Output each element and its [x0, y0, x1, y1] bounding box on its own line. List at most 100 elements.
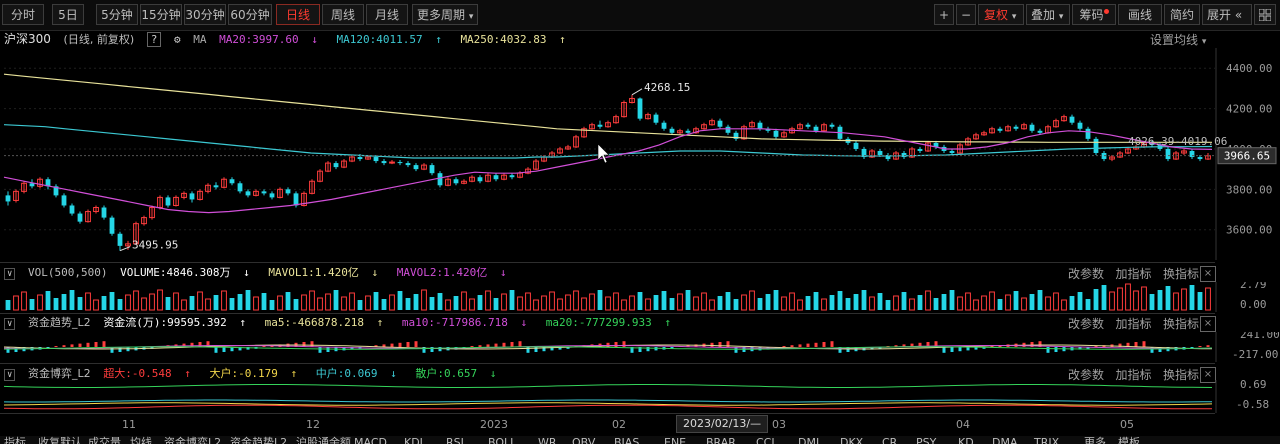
indicator-tab[interactable]: DMA: [992, 436, 1018, 444]
edit-params-button[interactable]: 改参数: [1068, 267, 1104, 281]
help-icon[interactable]: ?: [146, 32, 162, 47]
volume-bar: [485, 290, 491, 311]
indicator-tab[interactable]: ENE: [664, 436, 686, 444]
indicator-tab[interactable]: 沪股通余额: [296, 436, 351, 444]
indicator-tab[interactable]: 资金博弈L2: [164, 436, 221, 444]
volume-bar: [397, 291, 403, 310]
volume-bar: [229, 298, 235, 310]
volume-bar: [637, 292, 643, 310]
period-60min-button[interactable]: 60分钟: [228, 4, 272, 25]
indicator-tab[interactable]: MACD: [354, 436, 387, 444]
grid-icon[interactable]: [1254, 4, 1276, 25]
indicator-tab[interactable]: TRIX: [1034, 436, 1059, 444]
overlay-button[interactable]: 叠加 ▾: [1026, 4, 1070, 25]
volume-bar: [269, 300, 275, 310]
settings-gear-icon[interactable]: ⚙: [174, 33, 181, 46]
period-5min-button[interactable]: 5分钟: [96, 4, 138, 25]
add-indicator-button[interactable]: 加指标: [1115, 317, 1151, 331]
chips-button[interactable]: 筹码: [1072, 4, 1116, 25]
switch-indicator-button[interactable]: 换指标: [1163, 317, 1199, 331]
indicator-tab[interactable]: 成交量: [88, 436, 121, 444]
flow-bar: [1206, 345, 1210, 347]
vol-label: VOL(500,500): [28, 266, 108, 279]
flow-bar: [790, 345, 794, 347]
flow-info-bar: ∨ 资金趋势_L2 资金流(万):99595.392 ↑ ma5:-466878…: [0, 313, 1220, 333]
indicator-tab[interactable]: OBV: [572, 436, 595, 444]
ma-settings-button[interactable]: 设置均线 ▾: [1150, 31, 1206, 48]
volume-bar: [573, 290, 579, 311]
expand-button[interactable]: 展开 «: [1202, 4, 1252, 25]
candlestick-chart[interactable]: 4400.004200.004000.003800.003600.004268.…: [0, 48, 1280, 260]
flow-bar: [822, 342, 826, 347]
volume-bar: [533, 299, 539, 311]
simple-mode-button[interactable]: 简约: [1164, 4, 1200, 25]
volume-bar: [213, 295, 219, 310]
indicator-tab[interactable]: DMI: [798, 436, 819, 444]
indicator-tab[interactable]: 资金趋势L2: [230, 436, 287, 444]
volume-bar: [181, 299, 187, 311]
fund-flow-chart: 241.00 -217.00: [3, 332, 1280, 362]
volume-bar: [1181, 288, 1187, 311]
chevron-down-icon: ▾: [468, 12, 474, 22]
ma-label: MA: [193, 33, 207, 46]
indicator-tab[interactable]: DKX: [840, 436, 863, 444]
period-fenshi-button[interactable]: 分时: [2, 4, 44, 25]
ma250-value: MA250:4032.83 ↑: [460, 33, 566, 46]
switch-indicator-button[interactable]: 换指标: [1163, 267, 1199, 281]
flow-bar: [782, 346, 786, 347]
volume-bar: [1013, 291, 1019, 310]
indicator-tab[interactable]: CR: [882, 436, 897, 444]
flow-bar: [950, 347, 954, 352]
collapse-icon[interactable]: ∨: [4, 318, 16, 330]
indicator-tab[interactable]: 均线: [130, 436, 152, 444]
indicator-tab[interactable]: CCI: [756, 436, 775, 444]
indicator-tab[interactable]: 更多: [1084, 436, 1106, 444]
volume-bar: [725, 292, 731, 310]
indicator-tab[interactable]: 模板: [1118, 436, 1140, 444]
period-5day-button[interactable]: 5日: [52, 4, 84, 25]
collapse-icon[interactable]: ∨: [4, 268, 16, 280]
indicator-tab[interactable]: BOLL: [488, 436, 516, 444]
more-periods-button[interactable]: 更多周期 ▾: [412, 4, 478, 25]
toolbar: 分时 5日 5分钟 15分钟 30分钟 60分钟 日线 周线 月线 更多周期 ▾…: [0, 0, 1280, 31]
volume-bar: [933, 298, 939, 310]
volume-bar: [1069, 296, 1075, 310]
indicator-tab[interactable]: BRAR: [706, 436, 736, 444]
volume-bar: [797, 299, 803, 311]
indicator-tab[interactable]: 指标: [4, 436, 26, 444]
up-arrow-icon: ↑: [184, 367, 191, 380]
period-15min-button[interactable]: 15分钟: [140, 4, 182, 25]
indicator-tab[interactable]: KDJ: [404, 436, 423, 444]
fuquan-button[interactable]: 复权 ▾: [978, 4, 1024, 25]
volume-bar: [253, 296, 259, 311]
period-monthly-button[interactable]: 月线: [366, 4, 408, 25]
volume-bar: [645, 298, 651, 311]
candle: [261, 191, 267, 194]
period-daily-button[interactable]: 日线: [276, 4, 320, 25]
vol-controls: 改参数 加指标 换指标: [1068, 265, 1199, 282]
indicator-tab[interactable]: WR: [538, 436, 557, 444]
indicator-tab[interactable]: RSI: [446, 436, 464, 444]
volume-bar: [501, 293, 507, 311]
indicator-tab[interactable]: PSY: [916, 436, 936, 444]
close-icon[interactable]: ×: [1200, 316, 1216, 332]
volume-bar: [125, 294, 131, 311]
indicator-tab[interactable]: 收复默认: [38, 436, 82, 444]
volume-bar: [157, 289, 163, 311]
zoom-in-button[interactable]: +: [934, 4, 954, 25]
period-weekly-button[interactable]: 周线: [322, 4, 364, 25]
candle: [773, 130, 779, 137]
zoom-out-button[interactable]: −: [956, 4, 976, 25]
draw-line-button[interactable]: 画线: [1118, 4, 1162, 25]
edit-params-button[interactable]: 改参数: [1068, 317, 1104, 331]
add-indicator-button[interactable]: 加指标: [1115, 267, 1151, 281]
volume-bar: [133, 290, 139, 311]
period-30min-button[interactable]: 30分钟: [184, 4, 226, 25]
volume-bar: [325, 293, 331, 311]
flow-bar: [310, 341, 314, 347]
flow-bar: [1150, 347, 1154, 353]
close-icon[interactable]: ×: [1200, 266, 1216, 282]
indicator-tab[interactable]: BIAS: [614, 436, 639, 444]
indicator-tab[interactable]: KD: [958, 436, 974, 444]
ma120-value: MA120:4011.57 ↑: [336, 33, 442, 46]
